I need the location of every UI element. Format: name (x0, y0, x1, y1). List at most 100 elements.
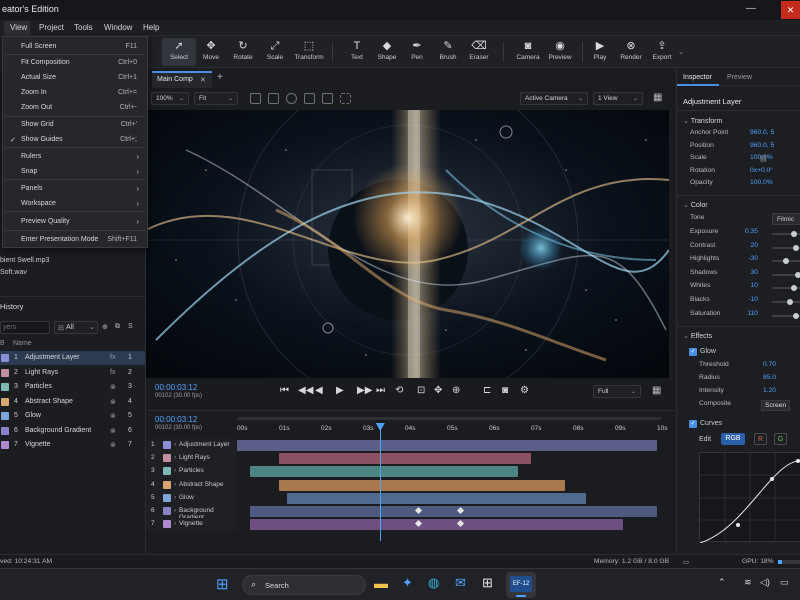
track-clip[interactable] (249, 506, 657, 517)
fit-frame-icon[interactable]: ⊡ (417, 385, 425, 396)
text-tool-button[interactable]: T Text (340, 38, 374, 66)
tone-dropdown[interactable]: Filmic (772, 213, 800, 225)
property-value[interactable]: 0.70 (763, 361, 776, 368)
channel-r-button[interactable]: R (754, 433, 767, 445)
property-value[interactable]: Screen (761, 400, 791, 411)
select-tool-button[interactable]: ➚ Select (162, 38, 196, 66)
eraser-tool-button[interactable]: ⌫ Eraser (462, 38, 496, 66)
property-value[interactable]: 100.0% (750, 179, 773, 186)
property-value[interactable]: 110 (728, 310, 758, 317)
taskbar-search-input[interactable]: ⌕ Search (242, 575, 366, 595)
layer-row[interactable]: 2 Light Rays fx 2 (0, 366, 145, 380)
track-clip[interactable] (279, 479, 565, 491)
curves-checkbox[interactable]: ✓ (689, 420, 697, 428)
section-effects[interactable]: ⌄ Effects (683, 332, 712, 340)
layers-filter-dropdown[interactable]: ⊟ All ⌄ (54, 321, 98, 334)
track-chevron-icon[interactable]: › (174, 494, 176, 501)
transform-property-row[interactable]: Anchor Point 960.0, 5 (690, 129, 800, 141)
glow-property-row[interactable]: Intensity 1.20 (699, 387, 800, 399)
camera-dropdown[interactable]: Active Camera ⌄ (520, 92, 588, 105)
view-menu-item[interactable]: Enter Presentation Mode Shift+F11 (3, 233, 147, 247)
slider-handle[interactable] (793, 244, 799, 251)
track-chevron-icon[interactable]: › (174, 454, 176, 461)
layer-flag-icon[interactable]: ⊗ (110, 398, 116, 406)
menu-window[interactable]: Window (104, 23, 132, 32)
skip-start-icon[interactable]: ⏮ (280, 385, 289, 396)
glow-property-row[interactable]: Composite Screen (699, 400, 800, 412)
layer-row[interactable]: 5 Glow ⊗ 5 (0, 409, 145, 423)
snapshot-icon[interactable]: ◙ (502, 385, 508, 396)
rotate-tool-button[interactable]: ↻ Rotate (226, 38, 260, 66)
wifi-icon[interactable]: ≋ (744, 577, 752, 588)
color-property-row[interactable]: Saturation 110 (690, 310, 800, 322)
reverse-play-icon[interactable]: ◀ (315, 385, 323, 396)
transform-property-row[interactable]: Opacity 100.0% (690, 179, 800, 191)
playhead[interactable] (375, 423, 385, 541)
property-value[interactable]: -10 (728, 296, 758, 303)
tab-main-comp[interactable]: Main Comp ✕ (152, 71, 212, 88)
glow-property-row[interactable]: Radius 85.0 (699, 374, 800, 386)
slider-handle[interactable] (793, 312, 799, 319)
timeline-track-row[interactable]: 2 › Light Rays (147, 452, 675, 466)
app-icon[interactable]: ✦ (402, 575, 413, 591)
minimize-button[interactable]: — (746, 3, 756, 14)
layer-flag-icon[interactable]: fx (110, 369, 115, 376)
property-value[interactable]: 30 (728, 269, 758, 276)
color-property-row[interactable]: Contrast 20 (690, 242, 800, 254)
grid-icon[interactable] (304, 93, 315, 104)
property-value[interactable]: 0.35 (728, 228, 758, 235)
track-chevron-icon[interactable]: › (174, 520, 176, 527)
layers-search-input[interactable]: yers (0, 321, 50, 334)
view-menu-item[interactable]: Zoom Out Ctrl+- (3, 101, 147, 115)
duplicate-icon[interactable]: ⧉ (115, 323, 120, 331)
link-icon[interactable]: ⛓ (759, 155, 768, 163)
close-button[interactable]: ✕ (781, 1, 800, 19)
slider-handle[interactable] (791, 285, 797, 292)
timeline-track-row[interactable]: 6›Background Gradient (147, 505, 675, 521)
viewer-timecode[interactable]: 00:00:03:12 (155, 383, 197, 392)
volume-icon[interactable]: ◁) (760, 577, 770, 588)
view-menu-item[interactable]: Full Screen F11 (3, 40, 147, 54)
s-icon[interactable]: S (128, 323, 133, 330)
layout-grid-icon[interactable]: ▦ (653, 92, 662, 103)
track-clip[interactable] (249, 519, 624, 531)
pen-tool-button[interactable]: ✒ Pen (400, 38, 434, 66)
track-chevron-icon[interactable]: › (174, 441, 176, 448)
transform-property-row[interactable]: Scale 100.0% (690, 154, 800, 166)
settings-icon[interactable]: ⚙ (520, 385, 529, 396)
layer-flag-icon[interactable]: ⊗ (110, 383, 116, 391)
layer-row[interactable]: 1 Adjustment Layer fx 1 (0, 351, 145, 365)
menu-project[interactable]: Project (39, 23, 64, 32)
slider-handle[interactable] (783, 258, 789, 265)
brush-tool-button[interactable]: ✎ Brush (431, 38, 465, 66)
curves-graph[interactable] (699, 452, 800, 544)
timeline-track-row[interactable]: 4 › Abstract Shape (147, 478, 675, 492)
track-header[interactable]: 3 › Particles (147, 465, 237, 479)
region-icon[interactable] (250, 93, 261, 104)
channel-icon[interactable] (286, 93, 297, 104)
timeline-track-row[interactable]: 1 › Adjustment Layer (147, 439, 675, 452)
play-icon[interactable]: ▶ (336, 385, 344, 396)
color-property-row[interactable]: Shadows 30 (690, 269, 800, 281)
track-header[interactable]: 7 › Vignette (147, 518, 237, 532)
view-menu-item[interactable]: Actual Size Ctrl+1 (3, 71, 147, 85)
track-clip[interactable] (279, 453, 531, 465)
transform-property-row[interactable]: Position 960.0, 5 (690, 142, 800, 154)
property-value[interactable]: 10 (728, 282, 758, 289)
timeline-track-row[interactable]: 3 › Particles (147, 465, 675, 479)
move-view-icon[interactable]: ✥ (434, 385, 442, 396)
chevron-down-icon[interactable]: ⌄ (678, 48, 684, 56)
layer-flag-icon[interactable]: ⊗ (110, 412, 116, 420)
history-tab[interactable]: History (0, 302, 23, 311)
taskbar-active-app[interactable]: EF-12 (506, 572, 536, 598)
glow-property-row[interactable]: Threshold 0.70 (699, 361, 800, 373)
view-menu-item[interactable]: Workspace › (3, 197, 147, 211)
zoom-dropdown[interactable]: 100% ⌄ (151, 92, 189, 105)
mail-icon[interactable]: ✉ (455, 575, 466, 591)
battery-icon[interactable]: ▭ (780, 577, 789, 588)
menu-view[interactable]: View (10, 23, 27, 32)
track-header[interactable]: 5 › Glow (147, 491, 237, 505)
layer-flag-icon[interactable]: ⊗ (110, 441, 116, 449)
channel-rgb-button[interactable]: RGB (721, 433, 745, 445)
view-menu-item[interactable]: Zoom In Ctrl+= (3, 86, 147, 100)
